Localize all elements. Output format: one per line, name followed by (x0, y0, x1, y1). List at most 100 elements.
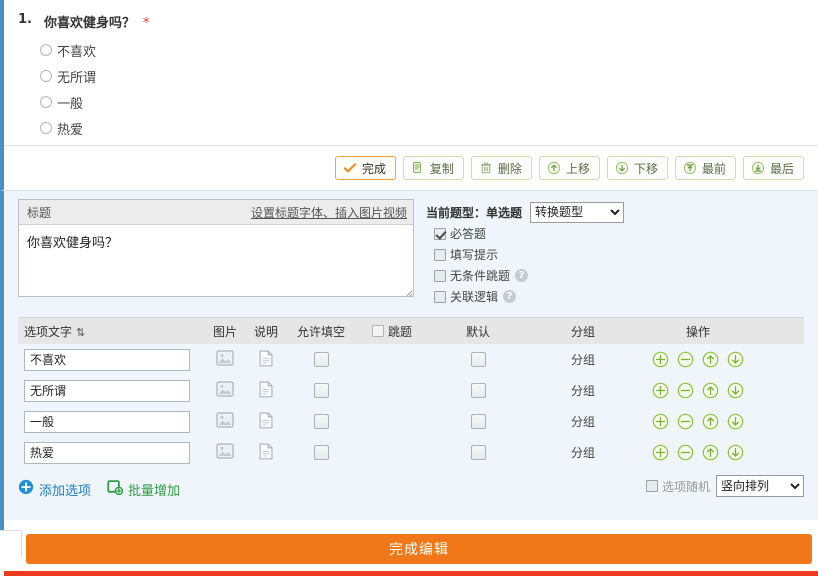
batch-add-button[interactable]: 批量增加 (107, 479, 180, 499)
layout-select[interactable]: 竖向排列 (716, 475, 804, 497)
sort-icon[interactable]: ⇅ (76, 326, 85, 339)
allow-blank-checkbox[interactable] (313, 445, 329, 460)
move-down-button[interactable]: 下移 (606, 156, 668, 180)
checkbox-icon[interactable] (434, 290, 446, 303)
add-option-button[interactable]: 添加选项 (18, 479, 91, 499)
group-link[interactable]: 分组 (571, 384, 595, 398)
arrow-down-circle-icon[interactable] (727, 413, 744, 430)
option-text-input[interactable] (24, 410, 190, 433)
header-skip-label: 跳题 (387, 324, 412, 339)
document-icon[interactable] (259, 380, 274, 401)
current-type-label: 当前题型：单选题 (426, 205, 523, 220)
header-option-text[interactable]: 选项文字 ⇅ (18, 323, 204, 340)
option-text-input[interactable] (24, 441, 190, 464)
radio-icon[interactable] (40, 96, 52, 108)
minus-circle-icon[interactable] (677, 413, 694, 430)
arrow-up-circle-icon[interactable] (702, 351, 719, 368)
cell-group: 分组 (528, 382, 638, 399)
checkbox-relation-logic[interactable]: 关联逻辑 ? (426, 286, 624, 307)
arrow-up-circle-icon[interactable] (702, 413, 719, 430)
checkbox-fill-hint[interactable]: 填写提示 (426, 244, 624, 265)
list-item[interactable]: 一般 (40, 89, 818, 115)
plus-circle-icon[interactable] (652, 382, 669, 399)
preview-option-label: 无所谓 (57, 70, 97, 86)
plus-circle-icon[interactable] (652, 351, 669, 368)
group-link[interactable]: 分组 (571, 446, 595, 460)
delete-button[interactable]: 删除 (470, 156, 532, 180)
group-link[interactable]: 分组 (571, 415, 595, 429)
cell-image (204, 443, 246, 462)
arrow-up-circle-icon[interactable] (702, 382, 719, 399)
move-to-front-button[interactable]: 最前 (674, 156, 736, 180)
arrow-down-circle-icon[interactable] (727, 444, 744, 461)
radio-icon[interactable] (40, 122, 52, 134)
arrow-up-circle-icon (547, 161, 561, 175)
checkbox-icon[interactable] (434, 269, 446, 282)
document-icon[interactable] (259, 442, 274, 463)
help-icon[interactable]: ? (503, 290, 517, 303)
minus-circle-icon[interactable] (677, 444, 694, 461)
move-to-front-button-label: 最前 (701, 161, 726, 176)
arrow-down-circle-icon[interactable] (727, 351, 744, 368)
preview-option-label: 不喜欢 (57, 44, 97, 60)
title-textarea[interactable] (19, 225, 413, 293)
image-icon[interactable] (216, 443, 234, 462)
allow-blank-checkbox[interactable] (313, 383, 329, 398)
table-row: 分组 (18, 375, 804, 406)
title-settings-link[interactable]: 设置标题字体、插入图片视频 (251, 204, 407, 221)
header-action: 操作 (685, 324, 710, 339)
random-options-checkbox[interactable] (645, 480, 658, 492)
table-row: 分组 (18, 437, 804, 468)
radio-icon[interactable] (40, 44, 52, 56)
plus-circle-icon[interactable] (652, 444, 669, 461)
checkbox-icon[interactable] (371, 325, 384, 337)
plus-circle-icon[interactable] (652, 413, 669, 430)
document-icon[interactable] (259, 411, 274, 432)
header-skip[interactable]: 跳题 (356, 323, 428, 340)
arrow-up-circle-icon[interactable] (702, 444, 719, 461)
cell-actions (638, 351, 758, 368)
option-text-input[interactable] (24, 379, 190, 402)
default-checkbox[interactable] (470, 383, 486, 398)
list-item[interactable]: 热爱 (40, 115, 818, 141)
copy-button[interactable]: 复制 (402, 156, 464, 180)
checkbox-icon[interactable] (434, 248, 446, 261)
image-icon[interactable] (216, 381, 234, 400)
checkbox-unconditional-skip[interactable]: 无条件跳题 ? (426, 265, 624, 286)
checkbox-required[interactable]: 必答题 (426, 223, 624, 244)
cell-description (246, 442, 286, 463)
option-text-input[interactable] (24, 348, 190, 371)
finish-edit-button[interactable]: 完成编辑 (26, 534, 812, 564)
done-button-label: 完成 (361, 161, 386, 176)
batch-add-label: 批量增加 (128, 483, 181, 499)
default-checkbox[interactable] (470, 445, 486, 460)
minus-circle-icon[interactable] (677, 382, 694, 399)
allow-blank-checkbox[interactable] (313, 352, 329, 367)
move-up-button-label: 上移 (565, 161, 590, 176)
move-up-button[interactable]: 上移 (538, 156, 600, 180)
convert-type-select[interactable]: 转换题型 (530, 201, 625, 223)
preview-option-label: 一般 (57, 96, 84, 112)
cell-description (246, 411, 286, 432)
done-button[interactable]: 完成 (334, 156, 396, 180)
cell-group: 分组 (528, 351, 638, 368)
arrow-down-circle-icon[interactable] (727, 382, 744, 399)
cell-default (428, 352, 528, 367)
help-icon[interactable]: ? (515, 269, 529, 282)
list-item[interactable]: 无所谓 (40, 63, 818, 89)
list-item[interactable]: 不喜欢 (40, 37, 818, 63)
to-top-circle-icon (683, 161, 697, 175)
editor-top-section: 标题 设置标题字体、插入图片视频 当前题型：单选题 转换题型 (18, 199, 804, 307)
allow-blank-checkbox[interactable] (313, 414, 329, 429)
group-link[interactable]: 分组 (571, 353, 595, 367)
default-checkbox[interactable] (470, 352, 486, 367)
minus-circle-icon[interactable] (677, 351, 694, 368)
move-to-back-button[interactable]: 最后 (742, 156, 804, 180)
title-box-header: 标题 设置标题字体、插入图片视频 (19, 200, 413, 225)
image-icon[interactable] (216, 412, 234, 431)
document-icon[interactable] (259, 349, 274, 370)
radio-icon[interactable] (40, 70, 52, 82)
checkbox-icon[interactable] (434, 227, 446, 240)
default-checkbox[interactable] (470, 414, 486, 429)
image-icon[interactable] (216, 350, 234, 369)
